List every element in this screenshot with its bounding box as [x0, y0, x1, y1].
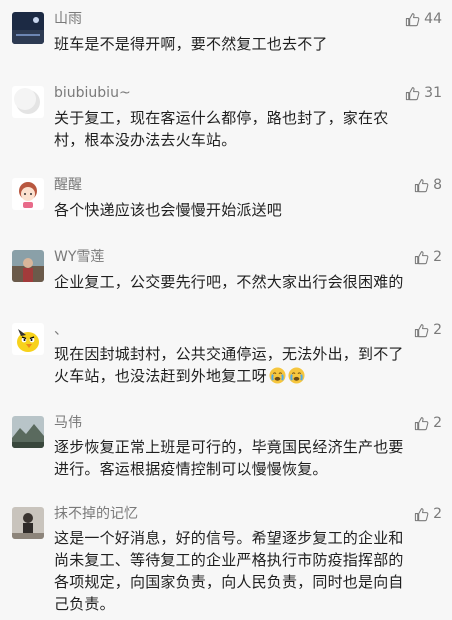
person-avatar[interactable]	[12, 507, 44, 539]
like-button[interactable]: 8	[414, 176, 442, 194]
comment-author[interactable]: 马伟	[54, 414, 82, 432]
angry-bird-avatar[interactable]	[12, 323, 44, 355]
like-button[interactable]: 2	[414, 248, 442, 266]
comment-text: 这是一个好消息，好的信号。希望逐步复工的企业和 尚未复工、等待复工的企业严格执行…	[54, 527, 442, 615]
comment-author[interactable]: 山雨	[54, 10, 82, 28]
comment-line: 企业复工，公交要先行吧，不然大家出行会很困难的	[54, 273, 404, 291]
like-button[interactable]: 2	[414, 414, 442, 432]
night-landscape-avatar[interactable]	[12, 12, 44, 44]
landscape-avatar[interactable]	[12, 416, 44, 448]
comment-text: 企业复工，公交要先行吧，不然大家出行会很困难的	[54, 271, 442, 293]
comment-author[interactable]: 醒醒	[54, 176, 82, 194]
comment-text: 班车是不是得开啊，要不然复工也去不了	[54, 33, 442, 55]
thumbs-up-icon	[406, 12, 420, 26]
thumbs-up-icon	[414, 323, 429, 337]
comment-text: 逐步恢复正常上班是可行的，毕竟国民经济生产也要 进行。客运根据疫情控制可以慢慢恢…	[54, 436, 442, 480]
crying-face-emoji-icon	[288, 367, 305, 384]
like-count: 44	[424, 11, 442, 27]
comment-line: 己负责。	[54, 595, 115, 613]
comment-line: 尚未复工、等待复工的企业严格执行市防疫指挥部的	[54, 551, 404, 569]
comment-line: 关于复工，现在客运什么都停，路也封了，家在农	[54, 109, 389, 127]
thumbs-up-icon	[414, 416, 429, 430]
comment-line: 各项规定，向国家负责，向人民负责，同时也是向自	[54, 573, 404, 591]
comment-text: 现在因封城封村，公共交通停运，无法外出，到不了 火车站，也没法赶到外地复工呀	[54, 343, 442, 387]
like-button[interactable]: 31	[405, 84, 442, 102]
comment-text: 关于复工，现在客运什么都停，路也封了，家在农 村，根本没办法去火车站。	[54, 107, 442, 151]
comment-line: 逐步恢复正常上班是可行的，毕竟国民经济生产也要	[54, 438, 404, 456]
moon-avatar[interactable]	[12, 86, 44, 118]
comment-author[interactable]: 抹不掉的记忆	[54, 505, 138, 523]
like-button[interactable]: 44	[405, 10, 442, 28]
like-count: 2	[433, 322, 442, 338]
comment-author[interactable]: biubiubiu~	[54, 84, 131, 102]
crying-face-emoji-icon	[269, 367, 286, 384]
comment-line: 班车是不是得开啊，要不然复工也去不了	[54, 35, 328, 53]
photo-avatar[interactable]	[12, 250, 44, 282]
comment-list: 山雨 44 班车是不是得开啊，要不然复工也去不了 biubiubiu~ 31 关…	[0, 0, 452, 620]
comment-text: 各个快递应该也会慢慢开始派送吧	[54, 199, 442, 221]
like-count: 8	[433, 177, 442, 193]
like-count: 2	[433, 415, 442, 431]
comment-line: 火车站，也没法赶到外地复工呀	[54, 365, 442, 387]
like-count: 2	[433, 249, 442, 265]
comment-line: 现在因封城封村，公共交通停运，无法外出，到不了	[54, 345, 404, 363]
like-button[interactable]: 2	[414, 321, 442, 339]
thumbs-up-icon	[414, 507, 429, 521]
comment-line: 这是一个好消息，好的信号。希望逐步复工的企业和	[54, 529, 404, 547]
like-button[interactable]: 2	[414, 505, 442, 523]
comment-line: 各个快递应该也会慢慢开始派送吧	[54, 201, 283, 219]
comment-line-text: 火车站，也没法赶到外地复工呀	[54, 367, 267, 385]
comment-author[interactable]: 、	[54, 321, 68, 339]
thumbs-up-icon	[414, 178, 429, 192]
cartoon-girl-avatar[interactable]	[12, 178, 44, 210]
thumbs-up-icon	[406, 86, 420, 100]
comment-line: 进行。客运根据疫情控制可以慢慢恢复。	[54, 460, 328, 478]
comment-author[interactable]: WY雪莲	[54, 248, 104, 266]
comment-line: 村，根本没办法去火车站。	[54, 131, 237, 149]
thumbs-up-icon	[414, 250, 429, 264]
like-count: 31	[424, 85, 442, 101]
like-count: 2	[433, 506, 442, 522]
